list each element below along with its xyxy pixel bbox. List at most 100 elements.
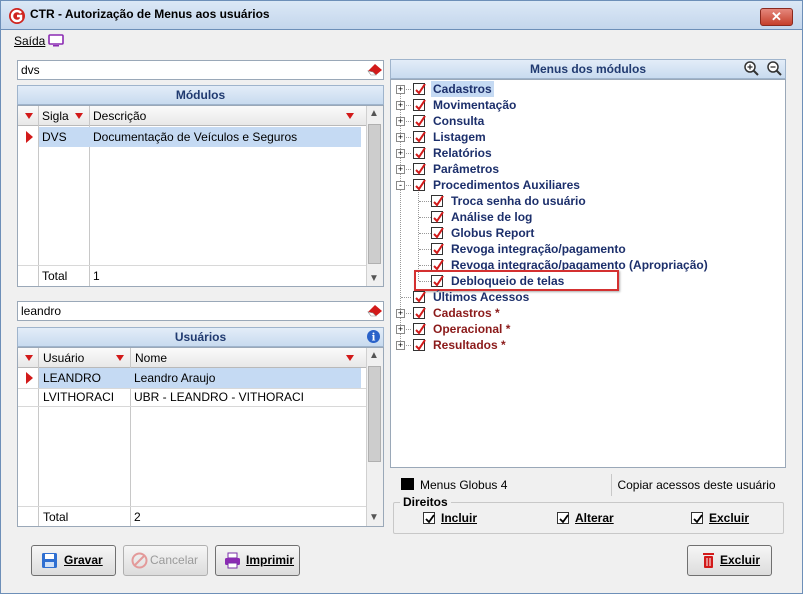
tree-item-label[interactable]: Listagem — [431, 129, 488, 145]
column-header-usuario[interactable]: Usuário — [43, 351, 84, 365]
cell-usuario[interactable]: LVITHORACI — [40, 387, 114, 407]
tree-item-label[interactable]: Movimentação — [431, 97, 518, 113]
tree-item-label[interactable]: Consulta — [431, 113, 486, 129]
excluir-button[interactable]: Excluir — [687, 545, 772, 576]
tree-item[interactable]: + Cadastros — [391, 81, 785, 97]
menu-checkbox[interactable] — [413, 99, 426, 111]
tree-item[interactable]: - Procedimentos Auxiliares — [391, 177, 785, 193]
usuarios-filter-input[interactable]: leandro — [17, 301, 384, 321]
scroll-thumb[interactable] — [368, 366, 381, 462]
expand-icon[interactable]: + — [396, 325, 405, 334]
scroll-up-icon[interactable]: ▲ — [369, 108, 379, 119]
incluir-label[interactable]: Incluir — [441, 511, 477, 525]
cell-usuario[interactable]: LEANDRO — [40, 368, 101, 388]
cell-descricao[interactable]: Documentação de Veículos e Seguros — [90, 127, 297, 147]
expand-icon[interactable]: + — [396, 85, 405, 94]
tree-item-label[interactable]: Cadastros * — [431, 305, 502, 321]
tree-item-label[interactable]: Globus Report — [449, 225, 536, 241]
alterar-label[interactable]: Alterar — [575, 511, 614, 525]
zoom-in-icon[interactable] — [743, 60, 760, 77]
tree-item-label[interactable]: Últimos Acessos — [431, 289, 531, 305]
expand-icon[interactable]: + — [396, 101, 405, 110]
scroll-up-icon[interactable]: ▲ — [369, 350, 379, 361]
copy-access-button[interactable]: Copiar acessos deste usuário — [611, 474, 781, 496]
scroll-down-icon[interactable]: ▼ — [369, 273, 379, 284]
tree-item[interactable]: + Resultados * — [391, 337, 785, 353]
menu-checkbox[interactable] — [413, 307, 426, 319]
filter-usuario-icon[interactable] — [116, 355, 124, 361]
clear-filter-icon[interactable] — [366, 62, 384, 76]
excluir-checkbox[interactable] — [691, 512, 703, 524]
tree-item[interactable]: Revoga integração/pagamento — [391, 241, 785, 257]
expand-icon[interactable]: + — [396, 165, 405, 174]
imprimir-button[interactable]: Imprimir — [215, 545, 300, 576]
tree-item[interactable]: Análise de log — [391, 209, 785, 225]
expand-icon[interactable]: + — [396, 149, 405, 158]
menu-checkbox[interactable] — [413, 147, 426, 159]
tree-item[interactable]: + Parâmetros — [391, 161, 785, 177]
total-label: Total — [43, 510, 69, 524]
menu-checkbox[interactable] — [431, 211, 444, 223]
zoom-out-icon[interactable] — [766, 60, 783, 77]
collapse-icon[interactable]: - — [396, 181, 405, 190]
tree-item[interactable]: Últimos Acessos — [391, 289, 785, 305]
tree-item-label[interactable]: Resultados * — [431, 337, 508, 353]
tree-item-label[interactable]: Relatórios — [431, 145, 494, 161]
gravar-button[interactable]: Gravar — [31, 545, 116, 576]
tree-item[interactable]: + Relatórios — [391, 145, 785, 161]
cell-nome[interactable]: Leandro Araujo — [131, 368, 215, 388]
column-header-nome[interactable]: Nome — [135, 351, 167, 365]
menu-checkbox[interactable] — [413, 83, 426, 95]
menu-checkbox[interactable] — [413, 323, 426, 335]
close-button[interactable]: ✕ — [760, 8, 793, 26]
tree-item[interactable]: + Operacional * — [391, 321, 785, 337]
incluir-checkbox[interactable] — [423, 512, 435, 524]
tree-item[interactable]: + Movimentação — [391, 97, 785, 113]
info-icon[interactable]: i — [366, 329, 381, 344]
tree-item-label[interactable]: Troca senha do usuário — [449, 193, 588, 209]
menu-checkbox[interactable] — [413, 131, 426, 143]
column-header-sigla[interactable]: Sigla — [42, 109, 69, 123]
expand-icon[interactable]: + — [396, 133, 405, 142]
row-indicator-filter-icon[interactable] — [25, 113, 33, 119]
excluir-label[interactable]: Excluir — [709, 511, 749, 525]
scroll-down-icon[interactable]: ▼ — [369, 512, 379, 523]
row-indicator-filter-icon[interactable] — [25, 355, 33, 361]
expand-icon[interactable]: + — [396, 341, 405, 350]
expand-icon[interactable]: + — [396, 117, 405, 126]
filter-descricao-icon[interactable] — [346, 113, 354, 119]
column-header-descricao[interactable]: Descrição — [93, 109, 146, 123]
cell-sigla[interactable]: DVS — [39, 127, 67, 147]
scroll-thumb[interactable] — [368, 124, 381, 264]
cell-nome[interactable]: UBR - LEANDRO - VITHORACI — [131, 387, 304, 407]
clear-filter-icon[interactable] — [366, 303, 384, 317]
expand-icon[interactable]: + — [396, 309, 405, 318]
menu-checkbox[interactable] — [413, 291, 426, 303]
menu-checkbox[interactable] — [413, 115, 426, 127]
menu-checkbox[interactable] — [413, 179, 426, 191]
alterar-checkbox[interactable] — [557, 512, 569, 524]
tree-item[interactable]: + Cadastros * — [391, 305, 785, 321]
tree-item[interactable]: + Consulta — [391, 113, 785, 129]
tree-item-label[interactable]: Parâmetros — [431, 161, 501, 177]
menu-checkbox[interactable] — [413, 339, 426, 351]
modulos-filter-input[interactable]: dvs — [17, 60, 384, 80]
tree-item[interactable]: Globus Report — [391, 225, 785, 241]
filter-sigla-icon[interactable] — [75, 113, 83, 119]
tree-item-label[interactable]: Operacional * — [431, 321, 512, 337]
tree-item-label[interactable]: Revoga integração/pagamento — [449, 241, 628, 257]
menu-checkbox[interactable] — [413, 163, 426, 175]
menu-saida[interactable]: Saída — [14, 34, 45, 48]
monitor-icon[interactable] — [48, 34, 64, 47]
tree-item[interactable]: Troca senha do usuário — [391, 193, 785, 209]
filter-nome-icon[interactable] — [346, 355, 354, 361]
tree-item-label[interactable]: Procedimentos Auxiliares — [431, 177, 582, 193]
menu-checkbox[interactable] — [431, 195, 444, 207]
tree-item[interactable]: + Listagem — [391, 129, 785, 145]
menu-checkbox[interactable] — [431, 227, 444, 239]
menu-checkbox[interactable] — [431, 243, 444, 255]
tree-item-label[interactable]: Análise de log — [449, 209, 534, 225]
tree-item[interactable]: Debloqueio de telas — [391, 270, 785, 291]
total-value: 1 — [93, 269, 100, 283]
tree-item-label[interactable]: Cadastros — [431, 81, 494, 97]
